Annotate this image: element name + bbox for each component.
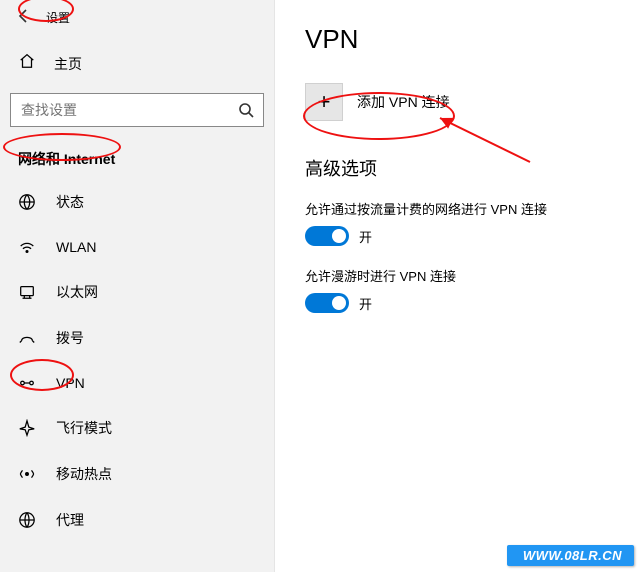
sidebar-item-label: 移动热点 <box>56 464 112 484</box>
sidebar-item-vpn[interactable]: VPN <box>0 361 274 405</box>
sidebar-item-airplane[interactable]: 飞行模式 <box>0 405 274 451</box>
option-roaming: 允许漫游时进行 VPN 连接 开 <box>305 266 640 313</box>
sidebar-nav-list: 状态 WLAN 以太网 拨号 <box>0 179 274 543</box>
sidebar-item-label: 状态 <box>56 192 84 212</box>
settings-sidebar: 设置 主页 网络和 Internet 状态 <box>0 0 275 572</box>
wifi-icon <box>18 238 36 256</box>
sidebar-item-label: VPN <box>56 375 85 391</box>
sidebar-item-label: 飞行模式 <box>56 418 112 438</box>
toggle-state: 开 <box>359 227 372 246</box>
sidebar-item-label: 拨号 <box>56 328 84 348</box>
back-button[interactable] <box>16 8 32 27</box>
sidebar-item-wlan[interactable]: WLAN <box>0 225 274 269</box>
toggle-state: 开 <box>359 294 372 313</box>
sidebar-item-hotspot[interactable]: 移动热点 <box>0 451 274 497</box>
dialup-icon <box>18 329 36 347</box>
sidebar-section-header: 网络和 Internet <box>0 135 274 179</box>
airplane-icon <box>18 419 36 437</box>
ethernet-icon <box>18 283 36 301</box>
option-label: 允许通过按流量计费的网络进行 VPN 连接 <box>305 199 640 218</box>
page-title: VPN <box>305 24 640 55</box>
proxy-icon <box>18 511 36 529</box>
search-container <box>0 85 274 135</box>
sidebar-item-ethernet[interactable]: 以太网 <box>0 269 274 315</box>
sidebar-item-label: 代理 <box>56 510 84 530</box>
search-icon[interactable] <box>229 94 263 126</box>
vpn-icon <box>18 374 36 392</box>
titlebar: 设置 <box>0 0 274 32</box>
sidebar-item-dialup[interactable]: 拨号 <box>0 315 274 361</box>
sidebar-item-label: 以太网 <box>56 282 98 302</box>
sidebar-item-status[interactable]: 状态 <box>0 179 274 225</box>
nav-home[interactable]: 主页 <box>0 42 274 85</box>
sidebar-item-proxy[interactable]: 代理 <box>0 497 274 543</box>
home-icon <box>18 52 36 75</box>
search-box[interactable] <box>10 93 264 127</box>
sidebar-item-label: WLAN <box>56 239 96 255</box>
plus-icon: + <box>305 83 343 121</box>
watermark: WWW.08LR.CN <box>507 545 634 566</box>
app-title: 设置 <box>46 9 70 26</box>
main-content: VPN + 添加 VPN 连接 高级选项 允许通过按流量计费的网络进行 VPN … <box>275 0 640 572</box>
nav-home-label: 主页 <box>54 54 82 74</box>
option-metered: 允许通过按流量计费的网络进行 VPN 连接 开 <box>305 199 640 246</box>
advanced-heading: 高级选项 <box>305 155 640 181</box>
add-vpn-label: 添加 VPN 连接 <box>357 92 450 112</box>
toggle-roaming[interactable] <box>305 293 349 313</box>
option-label: 允许漫游时进行 VPN 连接 <box>305 266 640 285</box>
search-input[interactable] <box>11 102 229 118</box>
hotspot-icon <box>18 465 36 483</box>
toggle-metered[interactable] <box>305 226 349 246</box>
globe-icon <box>18 193 36 211</box>
add-vpn-button[interactable]: + 添加 VPN 连接 <box>305 83 640 121</box>
